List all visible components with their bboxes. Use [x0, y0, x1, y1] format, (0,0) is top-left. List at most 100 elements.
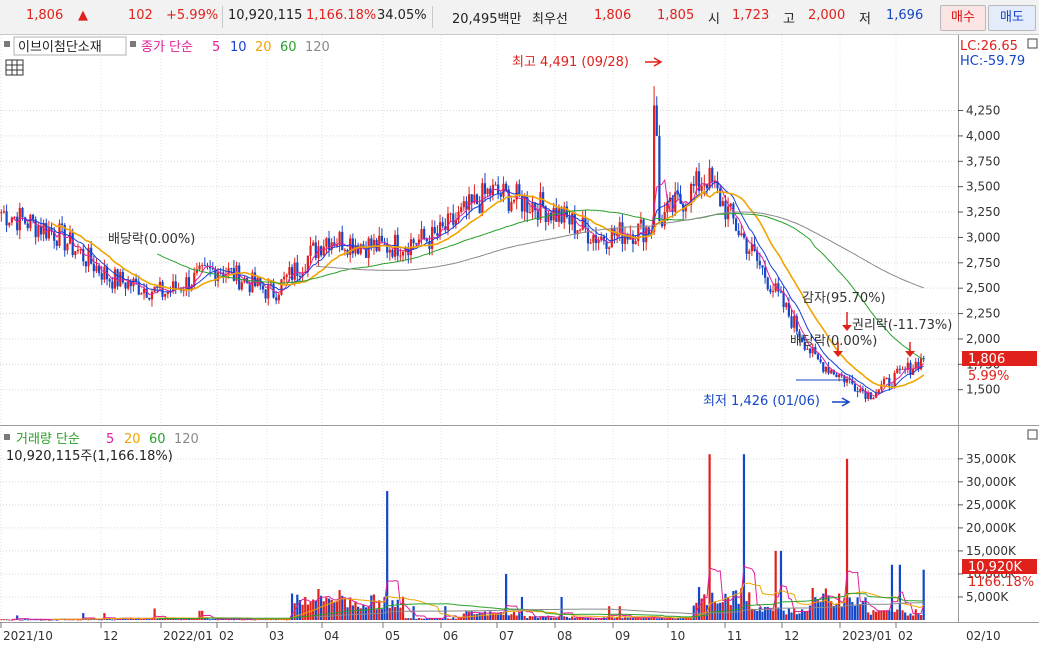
- candle-body: [26, 223, 29, 229]
- x-tick-label: 09: [615, 629, 630, 643]
- volume-bar: [861, 600, 864, 620]
- y-tick-label: 35,000K: [966, 452, 1017, 466]
- candle-body: [859, 388, 862, 392]
- volume-bar: [391, 600, 394, 620]
- last-pct-label: 5.99%: [968, 369, 1009, 384]
- volume-bar: [655, 618, 658, 620]
- volume-bar: [896, 609, 899, 620]
- candle-body: [16, 216, 19, 231]
- volume-bar: [473, 614, 476, 620]
- volume-bar: [21, 619, 24, 621]
- lc-indicator: LC:26.65: [960, 39, 1018, 54]
- volume-bar: [111, 619, 114, 621]
- candle-body: [452, 213, 455, 225]
- volume-bar: [404, 618, 407, 620]
- volume-bar: [520, 596, 524, 620]
- volume-bar: [372, 594, 376, 620]
- y-tick-label: 3,500: [966, 180, 1000, 194]
- volume-bar: [357, 606, 360, 620]
- candle-body: [494, 184, 497, 186]
- volume-bar: [394, 606, 397, 620]
- x-tick-label: 10: [670, 629, 685, 643]
- volume-bar: [832, 605, 835, 620]
- volume-bar: [756, 610, 759, 620]
- candle-body: [116, 269, 119, 287]
- candle-body: [296, 262, 299, 276]
- volume-bar: [835, 603, 838, 620]
- candle-body: [877, 389, 880, 393]
- candle-body: [824, 366, 827, 372]
- y-tick-label: 20,000K: [966, 521, 1017, 535]
- x-tick-label: 12: [103, 629, 118, 643]
- collapse-icon[interactable]: [1027, 38, 1038, 49]
- volume-bar: [639, 618, 642, 620]
- volume-bar: [375, 609, 378, 620]
- candle-body: [724, 201, 727, 220]
- candle-body: [721, 201, 724, 207]
- last-price-label: 1,806: [968, 352, 1005, 367]
- volume-bar: [335, 601, 339, 620]
- x-tick-label: 02: [219, 629, 234, 643]
- volume-bar: [544, 616, 547, 620]
- volume-bar: [888, 610, 891, 620]
- x-tick-label: 03: [269, 629, 284, 643]
- candle-body: [734, 218, 738, 231]
- candle-body: [156, 286, 159, 289]
- candle-body: [285, 274, 288, 277]
- candle-body: [711, 167, 714, 183]
- volume-bar: [893, 612, 896, 620]
- candle-body: [275, 297, 278, 301]
- candle-body: [37, 225, 40, 237]
- candle-body: [29, 214, 32, 229]
- volume-bar: [26, 619, 29, 621]
- candle-body: [737, 230, 740, 236]
- y-tick-label: 3,750: [966, 154, 1000, 168]
- volume-bar: [909, 613, 912, 620]
- volume-bar: [830, 601, 833, 620]
- volume-bar: [790, 612, 793, 620]
- last-volume-pct: 1166.18%: [968, 575, 1034, 590]
- collapse-icon[interactable]: [1027, 429, 1038, 440]
- volume-bar: [571, 616, 574, 620]
- volume-bar: [560, 596, 563, 620]
- x-tick-label: 2021/10: [3, 629, 53, 643]
- candle-body: [896, 368, 899, 373]
- volume-bar: [795, 614, 798, 620]
- candle-body: [539, 192, 542, 220]
- capital-reduction-annotation: 감자(95.70%): [802, 291, 886, 306]
- volume-bar: [623, 617, 627, 620]
- candle-body: [399, 255, 402, 257]
- volume-bar: [349, 597, 352, 620]
- volume-bar: [885, 610, 888, 620]
- stock-chart[interactable]: 1,5001,7502,0002,2502,5002,7503,0003,250…: [0, 0, 1039, 646]
- volume-bar: [674, 618, 677, 620]
- volume-bar: [890, 564, 894, 620]
- ma5-legend: 5: [212, 40, 220, 55]
- candle-body: [766, 277, 769, 290]
- candle-body: [446, 213, 450, 231]
- volume-bar: [8, 619, 11, 621]
- volume-bar: [386, 491, 389, 620]
- volume-bar: [803, 611, 806, 620]
- candle-body: [512, 199, 516, 202]
- candle-body: [475, 194, 479, 205]
- candle-body: [391, 249, 394, 257]
- grid-table-icon[interactable]: [5, 59, 24, 76]
- candle-body: [441, 222, 444, 227]
- vol-ma60-legend: 60: [149, 432, 166, 447]
- volume-bar: [631, 618, 635, 620]
- volume-bar: [922, 569, 925, 620]
- candle-body: [298, 275, 302, 277]
- volume-bar: [576, 617, 579, 620]
- candle-body: [579, 229, 582, 231]
- volume-bar: [914, 609, 917, 620]
- candle-body: [293, 262, 296, 280]
- volume-bar: [777, 607, 780, 620]
- volume-bar: [452, 617, 455, 620]
- y-tick-label: 15,000K: [966, 544, 1017, 558]
- candle-body: [415, 243, 418, 245]
- vol-ma5-legend: 5: [106, 432, 114, 447]
- y-tick-label: 2,750: [966, 256, 1000, 270]
- y-tick-label: 3,000: [966, 230, 1000, 244]
- candle-body: [5, 211, 8, 226]
